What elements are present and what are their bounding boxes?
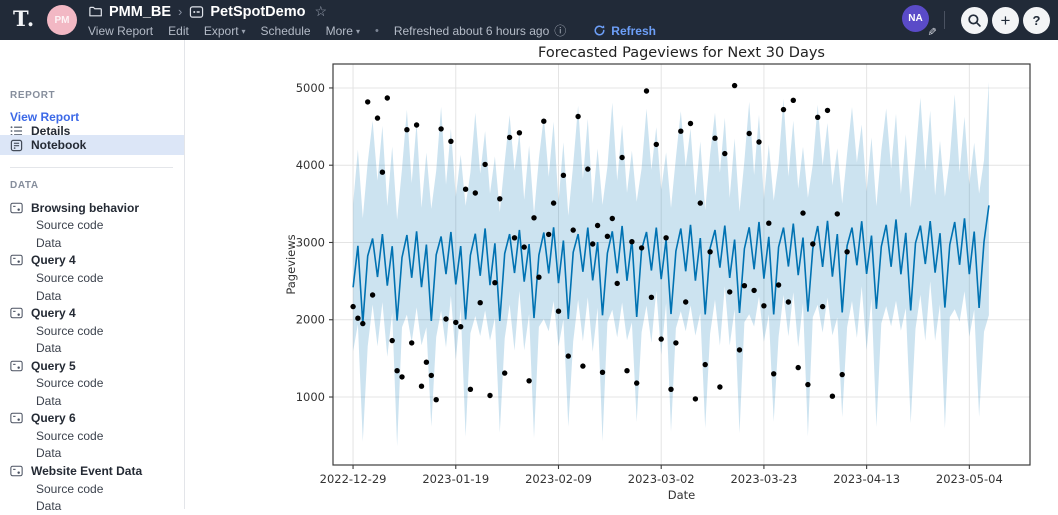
data-item-label: Query 4 bbox=[31, 306, 76, 320]
sidebar-data-subitem[interactable]: Source code bbox=[0, 480, 184, 498]
favorite-star-icon[interactable]: ☆ bbox=[314, 3, 327, 20]
breadcrumb-report: PetSpotDemo bbox=[210, 4, 305, 20]
refresh-button[interactable]: Refresh bbox=[593, 24, 656, 38]
info-icon[interactable]: ⓘ bbox=[554, 22, 566, 39]
sidebar-data-item[interactable]: Query 5 bbox=[0, 357, 184, 375]
sidebar-data-subitem[interactable]: Data bbox=[0, 234, 184, 252]
query-icon bbox=[10, 412, 24, 424]
query-icon bbox=[10, 360, 24, 372]
data-item-label: Query 5 bbox=[31, 359, 76, 373]
query-icon bbox=[10, 307, 24, 319]
sidebar-data-subitem[interactable]: Source code bbox=[0, 427, 184, 445]
query-icon bbox=[10, 465, 24, 477]
data-subitem-label: Data bbox=[36, 446, 61, 460]
data-subitem-label: Data bbox=[36, 341, 61, 355]
report-icon bbox=[189, 5, 204, 19]
data-subitem-label: Source code bbox=[36, 482, 103, 496]
sidebar-data-item[interactable]: Browsing behavior bbox=[0, 199, 184, 217]
notebook-canvas: 2022-12-29 2023-01-19 2023-02-09 2023-03-02… bbox=[185, 40, 1058, 509]
sidebar-item-notebook[interactable]: Notebook bbox=[0, 135, 184, 155]
sidebar-data-subitem[interactable]: Data bbox=[0, 392, 184, 410]
data-subitem-label: Source code bbox=[36, 429, 103, 443]
sidebar-data-subitem[interactable]: Source code bbox=[0, 217, 184, 235]
sidebar-data-subitem[interactable]: Data bbox=[0, 445, 184, 463]
sidebar-data-item[interactable]: Query 6 bbox=[0, 410, 184, 428]
sidebar-data-subitem[interactable]: Data bbox=[0, 287, 184, 305]
data-item-label: Browsing behavior bbox=[31, 201, 139, 215]
report-menu: View Report Edit Export▾ Schedule More▾ bbox=[88, 24, 360, 38]
left-sidebar: REPORT View Report Details Notebook bbox=[0, 40, 185, 509]
refresh-label: Refresh bbox=[611, 24, 656, 38]
search-button[interactable] bbox=[961, 7, 988, 34]
menu-item-schedule[interactable]: Schedule bbox=[261, 24, 311, 38]
svg-text:2023-05-04: 2023-05-04 bbox=[936, 472, 1003, 486]
data-subitem-label: Data bbox=[36, 499, 61, 513]
chevron-down-icon: ▾ bbox=[242, 27, 246, 36]
refresh-icon bbox=[593, 24, 606, 37]
chevron-down-icon: ▾ bbox=[356, 27, 360, 36]
workspace-avatar[interactable]: PM bbox=[47, 5, 77, 35]
sidebar-data-list: Browsing behavior Source code Data Query 4 S… bbox=[0, 199, 184, 515]
data-subitem-label: Source code bbox=[36, 324, 103, 338]
edit-pencil-icon: ✎ bbox=[925, 27, 938, 36]
svg-text:Pageviews: Pageviews bbox=[285, 234, 298, 294]
breadcrumb-separator-icon: › bbox=[178, 4, 182, 19]
forecast-chart-image: 2022-12-29 2023-01-19 2023-02-09 2023-03-02… bbox=[285, 40, 1045, 502]
data-item-label: Query 6 bbox=[31, 411, 76, 425]
data-item-label: Query 4 bbox=[31, 253, 76, 267]
sidebar-data-subitem[interactable]: Source code bbox=[0, 322, 184, 340]
report-section-header: REPORT bbox=[10, 90, 55, 101]
menu-dot-separator: • bbox=[375, 25, 379, 37]
data-subitem-label: Source code bbox=[36, 271, 103, 285]
topbar-right-controls: NA ✎ + ? bbox=[902, 1, 1050, 39]
refreshed-text: Refreshed about 6 hours ago bbox=[394, 24, 549, 38]
svg-text:2023-01-19: 2023-01-19 bbox=[422, 472, 489, 486]
sidebar-data-subitem[interactable]: Data bbox=[0, 497, 184, 515]
add-new-button[interactable]: + bbox=[992, 7, 1019, 34]
data-subitem-label: Data bbox=[36, 236, 61, 250]
breadcrumb: PMM_BE › PetSpotDemo ☆ View Report Edit Ex… bbox=[88, 3, 656, 38]
sidebar-data-item[interactable]: Website Event Data bbox=[0, 462, 184, 480]
menu-item-view-report[interactable]: View Report bbox=[88, 24, 153, 38]
folder-icon bbox=[88, 4, 103, 19]
notebook-icon bbox=[10, 139, 24, 152]
data-section-header: DATA bbox=[10, 180, 39, 191]
svg-text:3000: 3000 bbox=[296, 235, 325, 249]
svg-text:Date: Date bbox=[668, 488, 696, 502]
data-item-label: Website Event Data bbox=[31, 464, 142, 478]
query-icon bbox=[10, 202, 24, 214]
menu-item-edit[interactable]: Edit bbox=[168, 24, 189, 38]
help-button[interactable]: ? bbox=[1023, 7, 1050, 34]
svg-text:5000: 5000 bbox=[296, 81, 325, 95]
svg-text:Forecasted Pageviews for Next: Forecasted Pageviews for Next 30 Days bbox=[538, 45, 825, 61]
menu-item-export[interactable]: Export▾ bbox=[204, 24, 246, 38]
sidebar-data-item[interactable]: Query 4 bbox=[0, 252, 184, 270]
svg-text:2023-03-02: 2023-03-02 bbox=[628, 472, 695, 486]
refreshed-status: Refreshed about 6 hours ago ⓘ bbox=[394, 22, 566, 39]
data-subitem-label: Data bbox=[36, 289, 61, 303]
query-icon bbox=[10, 254, 24, 266]
breadcrumb-workspace[interactable]: PMM_BE bbox=[109, 4, 171, 20]
data-subitem-label: Source code bbox=[36, 218, 103, 232]
sidebar-data-item[interactable]: Query 4 bbox=[0, 304, 184, 322]
sidebar-divider bbox=[10, 167, 173, 168]
data-subitem-label: Data bbox=[36, 394, 61, 408]
svg-text:1000: 1000 bbox=[296, 390, 325, 404]
topbar-divider bbox=[944, 11, 945, 29]
sidebar-data-subitem[interactable]: Source code bbox=[0, 374, 184, 392]
svg-text:2023-04-13: 2023-04-13 bbox=[833, 472, 900, 486]
menu-item-more[interactable]: More▾ bbox=[326, 24, 360, 38]
svg-text:4000: 4000 bbox=[296, 158, 325, 172]
search-icon bbox=[967, 13, 982, 28]
svg-text:2023-02-09: 2023-02-09 bbox=[525, 472, 592, 486]
sidebar-data-subitem[interactable]: Source code bbox=[0, 269, 184, 287]
data-subitem-label: Source code bbox=[36, 376, 103, 390]
svg-text:2023-03-23: 2023-03-23 bbox=[730, 472, 797, 486]
svg-text:2022-12-29: 2022-12-29 bbox=[320, 472, 387, 486]
top-navigation-bar: T. PM PMM_BE › PetSpotDemo ☆ View Report… bbox=[0, 0, 1058, 40]
sidebar-item-label: Notebook bbox=[31, 138, 86, 152]
app-logo[interactable]: T. bbox=[13, 6, 35, 31]
sidebar-data-subitem[interactable]: Data bbox=[0, 339, 184, 357]
svg-text:2000: 2000 bbox=[296, 313, 325, 327]
